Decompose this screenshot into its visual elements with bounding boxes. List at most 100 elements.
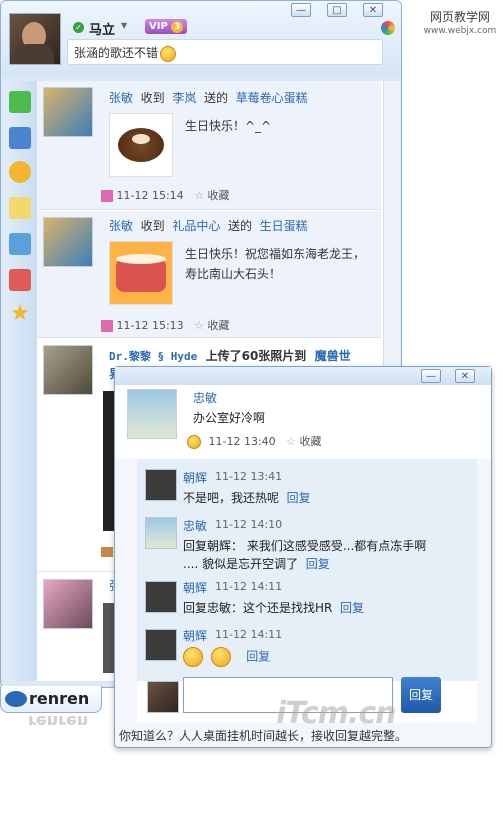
renren-logo-icon xyxy=(5,691,27,707)
watermark-title: 网页教学网 xyxy=(429,10,490,24)
favorite-star-icon[interactable]: ☆ xyxy=(194,319,204,332)
favorite-link[interactable]: 收藏 xyxy=(208,319,230,332)
verb-text: 收到 xyxy=(140,219,165,233)
favorite-link[interactable]: 收藏 xyxy=(300,435,322,448)
comment-item: 朝辉 11-12 13:41 不是吧，我还热呢 回复 xyxy=(137,465,477,511)
feed-meta: 11-12 15:14 ☆ 收藏 xyxy=(101,187,230,203)
avatar[interactable] xyxy=(147,681,179,713)
popup-titlebar: — ✕ xyxy=(115,367,491,385)
verb-text: 送的 xyxy=(203,91,228,105)
feed-meta: 11-12 15:13 ☆ 收藏 xyxy=(101,317,230,333)
actor-link[interactable]: 张敏 xyxy=(109,91,133,105)
status-input[interactable]: 张涵的歌还不错 xyxy=(67,39,383,65)
popup-minimize-button[interactable]: — xyxy=(421,369,441,383)
timestamp: 11-12 15:14 xyxy=(116,189,184,202)
comment-body: 回复忠敏：这个还是找找HR xyxy=(183,601,333,615)
photo-icon[interactable] xyxy=(9,233,31,255)
from-link[interactable]: 李岚 xyxy=(172,91,196,105)
comment-icon[interactable] xyxy=(9,161,31,183)
watermark-url: www.webjx.com xyxy=(423,26,497,36)
smiley-icon xyxy=(160,45,177,62)
actor-link[interactable]: 张敏 xyxy=(109,219,133,233)
comment-item: 朝辉 11-12 14:11 回复忠敏：这个还是找找HR 回复 xyxy=(137,577,477,623)
gift-link[interactable]: 草莓卷心蛋糕 xyxy=(236,91,308,105)
post-text: 办公室好冷啊 xyxy=(193,411,266,425)
comment-popup: — ✕ 忠敏 办公室好冷啊 11-12 13:40 ☆ 收藏 朝辉 11-12 … xyxy=(114,366,492,748)
album-link[interactable]: 魔兽世 xyxy=(315,349,351,363)
favorite-star-icon[interactable]: ☆ xyxy=(194,189,204,202)
maximize-button[interactable]: □ xyxy=(327,3,347,17)
comment-time: 11-12 14:11 xyxy=(215,628,283,641)
brand-logo: renren xyxy=(0,686,102,713)
post-author[interactable]: 忠敏 xyxy=(193,389,217,406)
comment-author[interactable]: 忠敏 xyxy=(183,517,207,534)
avatar[interactable] xyxy=(145,581,177,613)
comment-author[interactable]: 朝辉 xyxy=(183,469,207,486)
verb-text: 收到 xyxy=(140,91,165,105)
chat-icon[interactable] xyxy=(9,91,31,113)
smiley-emoticon-icon xyxy=(183,647,203,667)
comment-text: 回复忠敏：这个还是找找HR 回复 xyxy=(183,599,364,616)
favorite-star-icon[interactable]: ☆ xyxy=(286,435,296,448)
logo-text: renren xyxy=(29,689,90,708)
comment-text: 回复 xyxy=(183,647,270,667)
avatar[interactable] xyxy=(145,629,177,661)
gift-image[interactable] xyxy=(109,113,173,177)
comment-item: 朝辉 11-12 14:11 回复 xyxy=(137,625,477,679)
logo-reflection: renren xyxy=(28,712,89,731)
bookmark-icon[interactable] xyxy=(9,269,31,291)
favorite-link[interactable]: 收藏 xyxy=(208,189,230,202)
news-feed-icon[interactable] xyxy=(9,127,31,149)
comment-author[interactable]: 朝辉 xyxy=(183,579,207,596)
comment-text: 不是吧，我还热呢 回复 xyxy=(183,489,311,506)
star-icon[interactable]: ★ xyxy=(9,303,31,325)
avatar[interactable] xyxy=(127,389,177,439)
reply-link[interactable]: 回复 xyxy=(306,557,330,571)
comment-time: 11-12 13:41 xyxy=(215,470,283,483)
sidebar: ★ xyxy=(3,81,38,681)
gift-icon xyxy=(101,320,113,332)
notes-icon[interactable] xyxy=(9,197,31,219)
from-link[interactable]: 礼品中心 xyxy=(172,219,220,233)
actor-link[interactable]: Dr.黎黎 § Hyde xyxy=(109,350,197,363)
comment-time: 11-12 14:10 xyxy=(215,518,283,531)
vip-badge[interactable]: VIP 3 xyxy=(145,19,188,34)
gift-icon xyxy=(101,190,113,202)
status-text: 张涵的歌还不错 xyxy=(74,46,159,60)
gift-message-line1: 生日快乐！祝您福如东海老龙王， xyxy=(185,247,366,261)
vip-label: VIP xyxy=(149,21,168,32)
reply-link[interactable]: 回复 xyxy=(246,650,270,664)
avatar[interactable] xyxy=(9,13,61,65)
avatar[interactable] xyxy=(43,579,93,629)
gift-message: 生日快乐！^_^ xyxy=(185,119,272,133)
avatar[interactable] xyxy=(43,87,93,137)
chevron-down-icon[interactable]: ▼ xyxy=(121,21,127,30)
comment-body: 不是吧，我还热呢 xyxy=(183,491,280,505)
minimize-button[interactable]: — xyxy=(291,3,311,17)
gift-message-line2: 寿比南山大石头！ xyxy=(185,267,282,281)
comment-bubble-icon xyxy=(187,435,201,449)
close-button[interactable]: ✕ xyxy=(363,3,383,17)
vip-level: 3 xyxy=(171,21,184,33)
timestamp: 11-12 15:13 xyxy=(116,319,184,332)
avatar[interactable] xyxy=(145,469,177,501)
watermark: 网页教学网 www.webjx.com xyxy=(418,8,502,36)
feed-title: 张敏 收到 李岚 送的 草莓卷心蛋糕 xyxy=(109,89,308,106)
skin-icon[interactable] xyxy=(381,21,395,35)
comment-author[interactable]: 朝辉 xyxy=(183,627,207,644)
avatar[interactable] xyxy=(43,217,93,267)
user-name: 马立 xyxy=(89,23,116,38)
comment-item: 忠敏 11-12 14:10 回复朝辉： 来我们这感受感受...都有点冻手啊 .… xyxy=(137,513,477,575)
online-status-icon[interactable]: ✓ xyxy=(73,22,84,33)
smiley-emoticon-icon xyxy=(210,647,231,667)
avatar[interactable] xyxy=(145,517,177,549)
reply-link[interactable]: 回复 xyxy=(287,491,311,505)
gift-image[interactable] xyxy=(109,241,173,305)
feed-title: Dr.黎黎 § Hyde 上传了60张照片到 魔兽世 xyxy=(109,347,351,364)
reply-link[interactable]: 回复 xyxy=(340,601,364,615)
gift-link[interactable]: 生日蛋糕 xyxy=(260,219,308,233)
reply-button[interactable]: 回复 xyxy=(401,677,441,713)
popup-close-button[interactable]: ✕ xyxy=(455,369,475,383)
avatar[interactable] xyxy=(43,345,93,395)
site-watermark: iTcm.cn xyxy=(276,696,396,731)
